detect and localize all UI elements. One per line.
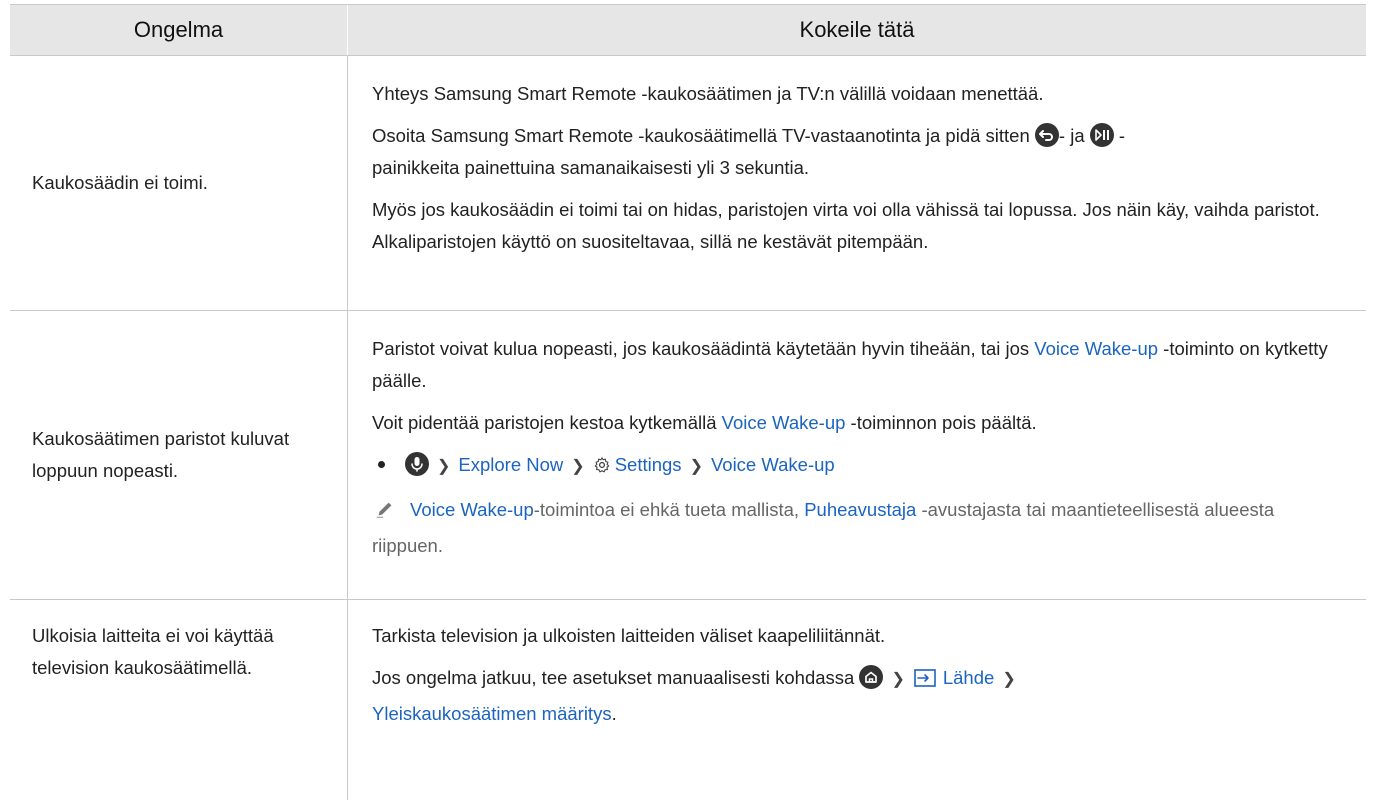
- table-row: Kaukosäätimen paristot kuluvat loppuun n…: [10, 311, 1366, 600]
- home-icon: [859, 665, 884, 689]
- chevron-right-icon: ❯: [571, 458, 585, 475]
- solution-text: Yhteys Samsung Smart Remote -kaukosäätim…: [372, 83, 1044, 104]
- chevron-right-icon: ❯: [1002, 671, 1016, 688]
- bullet-icon: [378, 461, 385, 469]
- solution-text: Osoita Samsung Smart Remote -kaukosäätim…: [372, 123, 1126, 178]
- voice-wakeup-link[interactable]: Voice Wake-up: [722, 412, 846, 433]
- explore-now-link[interactable]: Explore Now: [458, 454, 563, 475]
- back-button-icon: [1034, 123, 1059, 147]
- chevron-right-icon: ❯: [437, 458, 451, 475]
- note-text: Voice Wake-up-toimintoa ei ehkä tueta ma…: [372, 498, 1275, 556]
- solution-cell: Paristot voivat kulua nopeasti, jos kauk…: [348, 311, 1366, 599]
- troubleshooting-table: Ongelma Kokeile tätä Kaukosäädin ei toim…: [10, 4, 1366, 800]
- table-header: Ongelma Kokeile tätä: [10, 4, 1366, 56]
- solution-text: Tarkista television ja ulkoisten laittei…: [372, 625, 886, 646]
- menu-path: ❯ Explore Now ❯ Settings ❯ Voice Wake-up: [372, 449, 1346, 484]
- problem-cell: Kaukosäädin ei toimi.: [10, 56, 348, 310]
- header-solution: Kokeile tätä: [799, 17, 915, 42]
- gear-icon: [593, 452, 611, 484]
- voice-wakeup-link[interactable]: Voice Wake-up: [410, 499, 534, 520]
- problem-cell: Ulkoisia laitteita ei voi käyttää televi…: [10, 600, 348, 800]
- settings-link[interactable]: Settings: [615, 454, 682, 475]
- solution-text: Paristot voivat kulua nopeasti, jos kauk…: [372, 338, 1328, 391]
- voice-wakeup-link[interactable]: Voice Wake-up: [1034, 338, 1158, 359]
- source-icon: [913, 666, 937, 698]
- solution-text: Myös jos kaukosäädin ei toimi tai on hid…: [372, 199, 1320, 252]
- universal-remote-setup-link[interactable]: Yleiskaukosäätimen määritys: [372, 703, 612, 724]
- solution-text: Jos ongelma jatkuu, tee asetukset manuaa…: [372, 662, 1346, 730]
- chevron-right-icon: ❯: [689, 458, 703, 475]
- solution-cell: Yhteys Samsung Smart Remote -kaukosäätim…: [348, 56, 1366, 310]
- source-link[interactable]: Lähde: [943, 667, 994, 688]
- chevron-right-icon: ❯: [891, 671, 905, 688]
- table-row: Kaukosäädin ei toimi. Yhteys Samsung Sma…: [10, 56, 1366, 311]
- header-problem: Ongelma: [10, 5, 348, 55]
- solution-cell: Tarkista television ja ulkoisten laittei…: [348, 600, 1366, 800]
- microphone-icon: [405, 452, 429, 476]
- puheavustaja-link[interactable]: Puheavustaja: [804, 499, 916, 520]
- problem-cell: Kaukosäätimen paristot kuluvat loppuun n…: [10, 311, 348, 599]
- table-row: Ulkoisia laitteita ei voi käyttää televi…: [10, 600, 1366, 800]
- voice-wakeup-link[interactable]: Voice Wake-up: [711, 454, 835, 475]
- pencil-note-icon: [374, 498, 398, 530]
- solution-text: Voit pidentää paristojen kestoa kytkemäl…: [372, 412, 1037, 433]
- play-pause-button-icon: [1089, 123, 1114, 147]
